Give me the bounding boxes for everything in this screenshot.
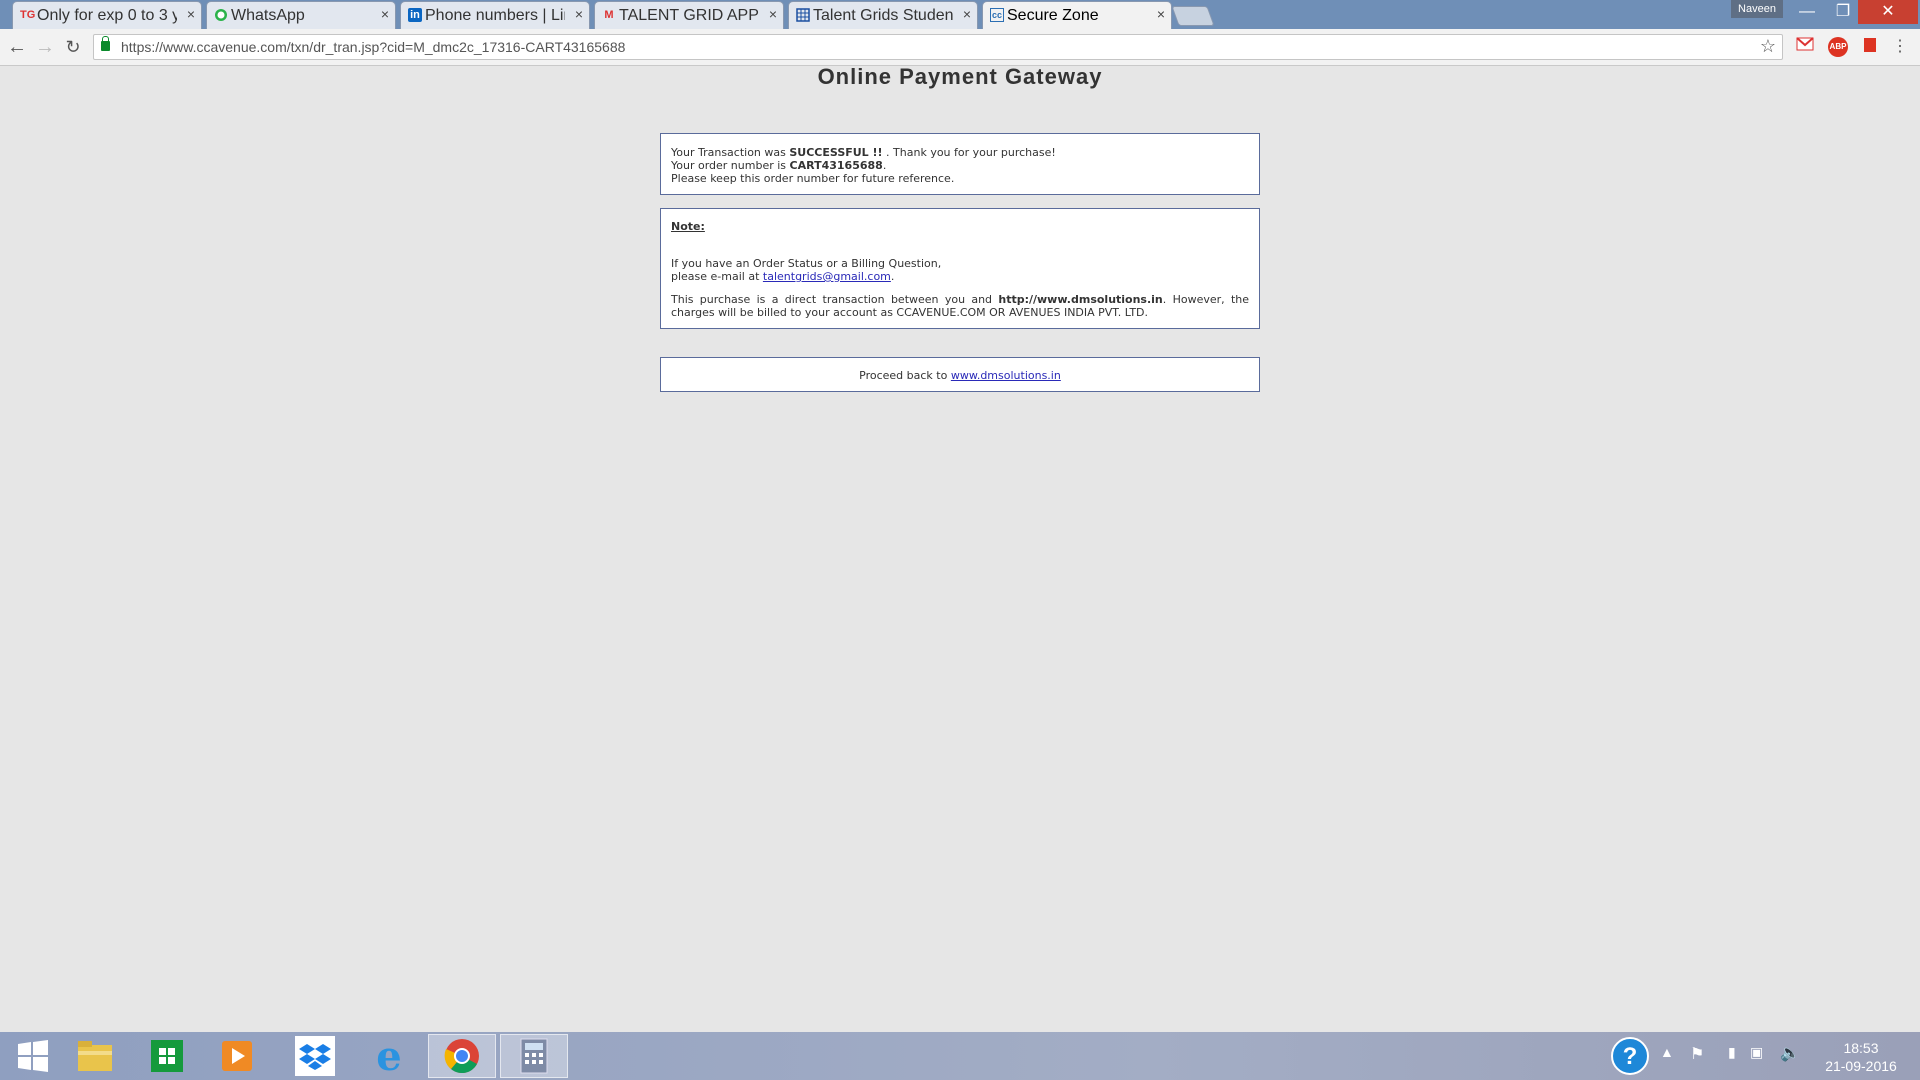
note-label: Note: xyxy=(671,220,705,233)
battery-icon[interactable]: ▮ xyxy=(1728,1044,1736,1061)
sheets-icon xyxy=(796,8,810,22)
tab-label: Talent Grids Studen xyxy=(813,6,953,24)
order-number-line: Your order number is CART43165688. xyxy=(671,159,1249,172)
chrome-menu-button[interactable]: ⋮ xyxy=(1888,35,1912,59)
linkedin-icon: in xyxy=(408,8,422,22)
profile-button[interactable]: Naveen xyxy=(1731,0,1783,18)
status-prefix: Your Transaction was xyxy=(671,146,790,159)
clock[interactable]: 18:53 21-09-2016 xyxy=(1814,1039,1908,1075)
tab-only-for-exp[interactable]: TG Only for exp 0 to 3 y × xyxy=(12,1,202,29)
start-button[interactable] xyxy=(0,1034,66,1078)
merchant-url: http://www.dmsolutions.in xyxy=(998,293,1163,306)
windows-taskbar: e ? ▲ ⚑ ▮ ▣ 🔈 18:53 21-09-2016 xyxy=(0,1032,1920,1080)
tab-linkedin[interactable]: in Phone numbers | Lin × xyxy=(400,1,590,29)
url-text: https://www.ccavenue.com/txn/dr_tran.jsp… xyxy=(121,39,626,55)
media-player-icon[interactable] xyxy=(204,1034,270,1078)
more-vert-icon: ⋮ xyxy=(1892,38,1908,55)
status-successful: SUCCESSFUL !! xyxy=(789,146,883,159)
tab-label: Phone numbers | Lin xyxy=(425,6,565,24)
email-link[interactable]: talentgrids@gmail.com xyxy=(763,270,891,283)
help-icon[interactable]: ? xyxy=(1602,1034,1658,1078)
dropbox-icon[interactable] xyxy=(282,1034,348,1078)
disclaimer-prefix: This purchase is a direct transaction be… xyxy=(671,293,999,306)
minimize-icon: — xyxy=(1799,3,1815,20)
new-tab-button[interactable] xyxy=(1171,6,1215,26)
action-center-flag-icon[interactable]: ⚑ xyxy=(1690,1044,1704,1064)
close-tab-icon[interactable]: × xyxy=(769,6,777,22)
tab-sheets[interactable]: Talent Grids Studen × xyxy=(788,1,978,29)
disclaimer-paragraph: This purchase is a direct transaction be… xyxy=(671,293,1249,319)
whatsapp-icon xyxy=(214,8,228,22)
tab-label: Secure Zone xyxy=(1007,6,1099,24)
email-line: please e-mail at talentgrids@gmail.com. xyxy=(671,270,1249,283)
close-tab-icon[interactable]: × xyxy=(381,6,389,22)
internet-explorer-icon[interactable]: e xyxy=(356,1032,422,1080)
proceed-link[interactable]: www.dmsolutions.in xyxy=(951,369,1061,382)
address-bar[interactable]: https://www.ccavenue.com/txn/dr_tran.jsp… xyxy=(93,34,1783,60)
close-icon: ✕ xyxy=(1881,3,1895,20)
lock-icon xyxy=(101,36,110,51)
svg-text:?: ? xyxy=(1623,1043,1638,1070)
status-suffix: . Thank you for your purchase! xyxy=(882,146,1056,159)
email-prefix: please e-mail at xyxy=(671,270,763,283)
windows-start-icon xyxy=(18,1040,48,1072)
status-line: Your Transaction was SUCCESSFUL !! . Tha… xyxy=(671,146,1249,159)
proceed-prefix: Proceed back to xyxy=(859,369,951,382)
tab-label: Only for exp 0 to 3 y xyxy=(37,6,177,24)
gmail-icon[interactable] xyxy=(1795,37,1815,57)
network-icon[interactable]: ▣ xyxy=(1750,1044,1763,1061)
browser-toolbar: ← → ↻ https://www.ccavenue.com/txn/dr_tr… xyxy=(0,29,1920,66)
note-box: Note: If you have an Order Status or a B… xyxy=(660,208,1260,329)
reload-button[interactable]: ↻ xyxy=(61,35,85,59)
reload-icon: ↻ xyxy=(65,37,81,57)
close-tab-icon[interactable]: × xyxy=(1157,6,1165,22)
tab-label: WhatsApp xyxy=(231,6,305,24)
email-suffix: . xyxy=(890,270,895,283)
ie-glyph: e xyxy=(376,1032,402,1080)
volume-icon[interactable]: 🔈 xyxy=(1780,1043,1800,1063)
clock-time: 18:53 xyxy=(1843,1040,1879,1056)
tab-label: TALENT GRID APPLY xyxy=(619,6,759,24)
proceed-box: Proceed back to www.dmsolutions.in xyxy=(660,357,1260,392)
forward-arrow-icon: → xyxy=(35,36,55,58)
order-suffix: . xyxy=(882,159,887,172)
clock-date: 21-09-2016 xyxy=(1825,1058,1897,1074)
bookmark-star-icon[interactable]: ☆ xyxy=(1760,36,1776,57)
red-square-icon[interactable] xyxy=(1860,37,1880,57)
order-number: CART43165688 xyxy=(789,159,883,172)
close-window-button[interactable]: ✕ xyxy=(1858,0,1918,24)
billing-question-line: If you have an Order Status or a Billing… xyxy=(671,257,942,270)
transaction-status-box: Your Transaction was SUCCESSFUL !! . Tha… xyxy=(660,133,1260,195)
forward-button[interactable]: → xyxy=(33,35,57,59)
file-explorer-icon[interactable] xyxy=(62,1034,128,1078)
reference-line: Please keep this order number for future… xyxy=(671,172,955,185)
ccavenue-favicon: cc xyxy=(990,8,1004,22)
close-tab-icon[interactable]: × xyxy=(575,6,583,22)
back-button[interactable]: ← xyxy=(5,35,29,59)
close-tab-icon[interactable]: × xyxy=(187,6,195,22)
chrome-icon[interactable] xyxy=(428,1034,496,1078)
store-icon[interactable] xyxy=(134,1034,200,1078)
gmail-icon: M xyxy=(604,9,614,21)
tab-gmail[interactable]: M TALENT GRID APPLY × xyxy=(594,1,784,29)
adblock-plus-icon[interactable]: ABP xyxy=(1828,37,1848,57)
order-prefix: Your order number is xyxy=(671,159,790,172)
tab-strip: TG Only for exp 0 to 3 y × WhatsApp × in… xyxy=(0,0,1920,29)
tab-whatsapp[interactable]: WhatsApp × xyxy=(206,1,396,29)
calculator-icon[interactable] xyxy=(500,1034,568,1078)
show-hidden-icons-chevron-icon[interactable]: ▲ xyxy=(1660,1044,1674,1060)
tab-secure-zone[interactable]: cc Secure Zone × xyxy=(982,1,1172,29)
back-arrow-icon: ← xyxy=(7,36,27,58)
close-tab-icon[interactable]: × xyxy=(963,6,971,22)
restore-icon: ❐ xyxy=(1835,3,1851,20)
page-title: Online Payment Gateway xyxy=(817,64,1103,89)
talentgrid-favicon: TG xyxy=(20,9,36,21)
